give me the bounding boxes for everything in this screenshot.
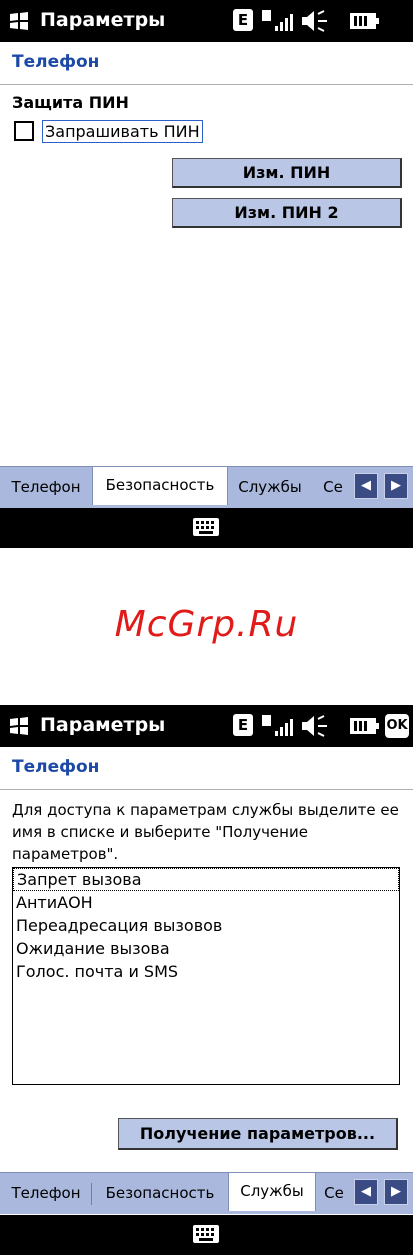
tab-label: Службы: [238, 478, 302, 496]
tab-scroll-left-icon[interactable]: ◀: [354, 473, 378, 499]
tab-phone[interactable]: Телефон: [0, 1179, 92, 1209]
services-settings-screen: Параметры E OK Телефон Для доступа к пар…: [0, 705, 413, 1255]
tab-scroll-right-icon[interactable]: ▶: [384, 1179, 408, 1205]
tab-scroll-left-icon[interactable]: ◀: [354, 1179, 378, 1205]
tab-network[interactable]: Се: [316, 1179, 352, 1209]
tab-label: Безопасность: [105, 1184, 215, 1202]
heading-divider: [0, 789, 413, 790]
services-description: Для доступа к параметрам службы выделите…: [12, 801, 399, 863]
list-item[interactable]: АнтиАОН: [13, 891, 399, 914]
change-pin2-button[interactable]: Изм. ПИН 2: [172, 198, 402, 228]
tab-security[interactable]: Безопасность: [92, 467, 228, 505]
watermark-text: McGrp.Ru: [114, 604, 299, 645]
signal-strength-icon[interactable]: [262, 9, 296, 33]
get-parameters-button[interactable]: Получение параметров...: [118, 1118, 398, 1150]
tab-label: Телефон: [11, 478, 81, 496]
bottom-bar: [0, 508, 413, 548]
battery-icon[interactable]: [348, 714, 380, 738]
status-bar: Параметры E: [0, 0, 413, 42]
edge-network-icon[interactable]: E: [233, 714, 253, 736]
list-item[interactable]: Переадресация вызовов: [13, 914, 399, 937]
list-item[interactable]: Ожидание вызова: [13, 937, 399, 960]
ask-pin-label[interactable]: Запрашивать ПИН: [42, 120, 203, 143]
pin-protection-title: Защита ПИН: [12, 93, 129, 112]
bottom-bar: [0, 1215, 413, 1255]
list-item[interactable]: Запрет вызова: [13, 868, 399, 891]
tab-phone[interactable]: Телефон: [0, 473, 92, 503]
tab-label: Службы: [240, 1182, 304, 1200]
start-icon[interactable]: [8, 10, 30, 32]
tab-label: Безопасность: [105, 476, 215, 494]
tab-bar: Телефон Безопасность Службы Се ◀ ▶: [0, 466, 413, 508]
list-item[interactable]: Голос. почта и SMS: [13, 960, 399, 983]
volume-icon[interactable]: [300, 9, 330, 33]
tab-separator: [91, 1183, 92, 1205]
app-title[interactable]: Параметры: [40, 9, 165, 31]
tab-bar: Телефон Безопасность Службы Се ◀ ▶: [0, 1172, 413, 1214]
tab-network[interactable]: Се: [314, 473, 352, 503]
tab-label: Телефон: [11, 1184, 81, 1202]
ask-pin-checkbox[interactable]: [14, 121, 34, 141]
start-icon[interactable]: [8, 715, 30, 737]
ok-button[interactable]: OK: [385, 714, 409, 738]
tab-label: Се: [324, 1184, 344, 1202]
change-pin-button[interactable]: Изм. ПИН: [172, 158, 402, 188]
signal-strength-icon[interactable]: [262, 714, 296, 738]
heading-divider: [0, 84, 413, 85]
keyboard-icon[interactable]: [193, 518, 219, 536]
services-list[interactable]: Запрет вызова АнтиАОН Переадресация вызо…: [12, 867, 400, 1085]
tab-services[interactable]: Службы: [228, 473, 312, 503]
app-title[interactable]: Параметры: [40, 714, 165, 736]
page-heading: Телефон: [12, 52, 100, 72]
page-heading: Телефон: [12, 757, 100, 777]
tab-scroll-right-icon[interactable]: ▶: [384, 473, 408, 499]
status-bar: Параметры E OK: [0, 705, 413, 747]
tab-security[interactable]: Безопасность: [94, 1179, 226, 1209]
keyboard-icon[interactable]: [193, 1225, 219, 1243]
tab-label: Се: [323, 478, 343, 496]
battery-icon[interactable]: [348, 9, 380, 33]
edge-network-icon[interactable]: E: [233, 9, 253, 31]
tab-services[interactable]: Службы: [228, 1173, 316, 1211]
security-settings-screen: Параметры E Телефон Защита ПИН Запрашива…: [0, 0, 413, 548]
volume-icon[interactable]: [300, 714, 330, 738]
